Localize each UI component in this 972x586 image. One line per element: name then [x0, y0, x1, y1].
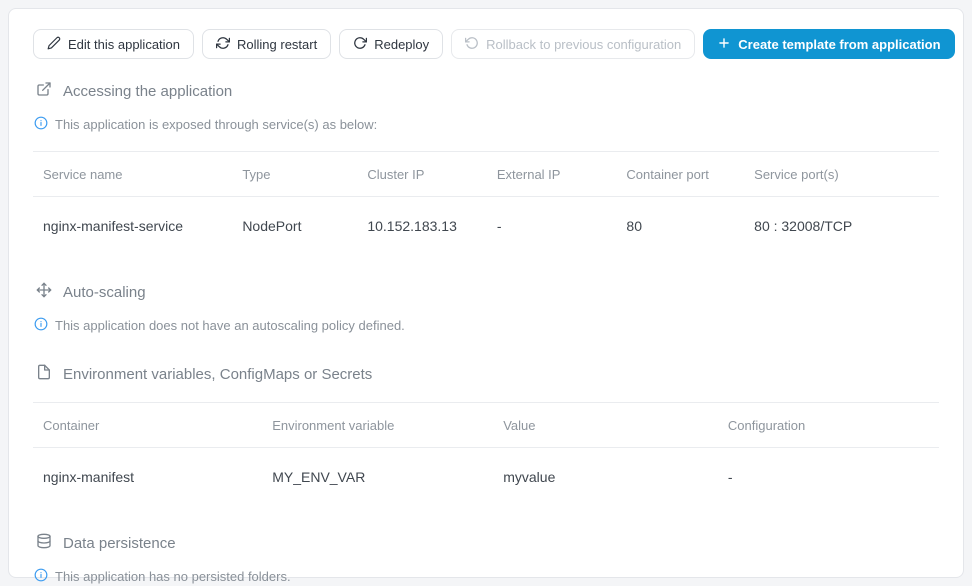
- container-port-cell: 80: [616, 197, 744, 259]
- column-header: Service name: [33, 152, 232, 197]
- column-header: Type: [232, 152, 357, 197]
- section-title: Environment variables, ConfigMaps or Sec…: [63, 366, 372, 383]
- external-ip-cell: -: [487, 197, 617, 259]
- table-row: nginx-manifest-service NodePort 10.152.1…: [33, 197, 939, 259]
- database-icon: [36, 533, 52, 553]
- container-cell: nginx-manifest: [33, 448, 262, 510]
- external-link-icon: [36, 81, 52, 101]
- service-type-cell: NodePort: [232, 197, 357, 259]
- section-persistence-heading: Data persistence: [36, 533, 939, 553]
- move-icon: [36, 282, 52, 302]
- column-header: Cluster IP: [357, 152, 487, 197]
- rolling-restart-button[interactable]: Rolling restart: [202, 29, 331, 59]
- services-info: This application is exposed through serv…: [34, 116, 939, 133]
- table-row: nginx-manifest MY_ENV_VAR myvalue -: [33, 448, 939, 510]
- info-text: This application is exposed through serv…: [55, 117, 377, 132]
- redeploy-button[interactable]: Redeploy: [339, 29, 443, 59]
- plus-icon: [717, 36, 731, 53]
- service-ports-cell: 80 : 32008/TCP: [744, 197, 939, 259]
- env-variable-cell: MY_ENV_VAR: [262, 448, 493, 510]
- button-label: Rolling restart: [237, 37, 317, 52]
- button-label: Redeploy: [374, 37, 429, 52]
- pencil-icon: [47, 36, 61, 53]
- toolbar: Edit this application Rolling restart Re…: [33, 29, 939, 59]
- autoscaling-info: This application does not have an autosc…: [34, 317, 939, 334]
- info-text: This application has no persisted folder…: [55, 569, 291, 584]
- column-header: Service port(s): [744, 152, 939, 197]
- cluster-ip-cell: 10.152.183.13: [357, 197, 487, 259]
- configuration-cell: -: [718, 448, 939, 510]
- create-template-button[interactable]: Create template from application: [703, 29, 954, 59]
- rotate-cw-icon: [353, 36, 367, 53]
- rollback-button[interactable]: Rollback to previous configuration: [451, 29, 695, 59]
- button-label: Edit this application: [68, 37, 180, 52]
- info-text: This application does not have an autosc…: [55, 318, 405, 333]
- column-header: Configuration: [718, 403, 939, 448]
- column-header: External IP: [487, 152, 617, 197]
- button-label: Create template from application: [738, 37, 940, 52]
- section-autoscaling-heading: Auto-scaling: [36, 282, 939, 302]
- application-details-card: Edit this application Rolling restart Re…: [8, 8, 964, 578]
- file-icon: [36, 364, 52, 384]
- button-label: Rollback to previous configuration: [486, 37, 681, 52]
- column-header: Container: [33, 403, 262, 448]
- table-header-row: Container Environment variable Value Con…: [33, 403, 939, 448]
- column-header: Environment variable: [262, 403, 493, 448]
- section-accessing-heading: Accessing the application: [36, 81, 939, 101]
- section-title: Accessing the application: [63, 83, 232, 100]
- refresh-icon: [216, 36, 230, 53]
- env-value-cell: myvalue: [493, 448, 718, 510]
- service-name-cell: nginx-manifest-service: [33, 197, 232, 259]
- rotate-ccw-icon: [465, 36, 479, 53]
- section-title: Data persistence: [63, 535, 176, 552]
- persistence-info: This application has no persisted folder…: [34, 568, 939, 585]
- info-icon: [34, 317, 48, 334]
- info-icon: [34, 568, 48, 585]
- info-icon: [34, 116, 48, 133]
- environment-table: Container Environment variable Value Con…: [33, 402, 939, 509]
- table-header-row: Service name Type Cluster IP External IP…: [33, 152, 939, 197]
- services-table: Service name Type Cluster IP External IP…: [33, 151, 939, 258]
- edit-application-button[interactable]: Edit this application: [33, 29, 194, 59]
- column-header: Container port: [616, 152, 744, 197]
- section-title: Auto-scaling: [63, 284, 146, 301]
- column-header: Value: [493, 403, 718, 448]
- section-environment-heading: Environment variables, ConfigMaps or Sec…: [36, 364, 939, 384]
